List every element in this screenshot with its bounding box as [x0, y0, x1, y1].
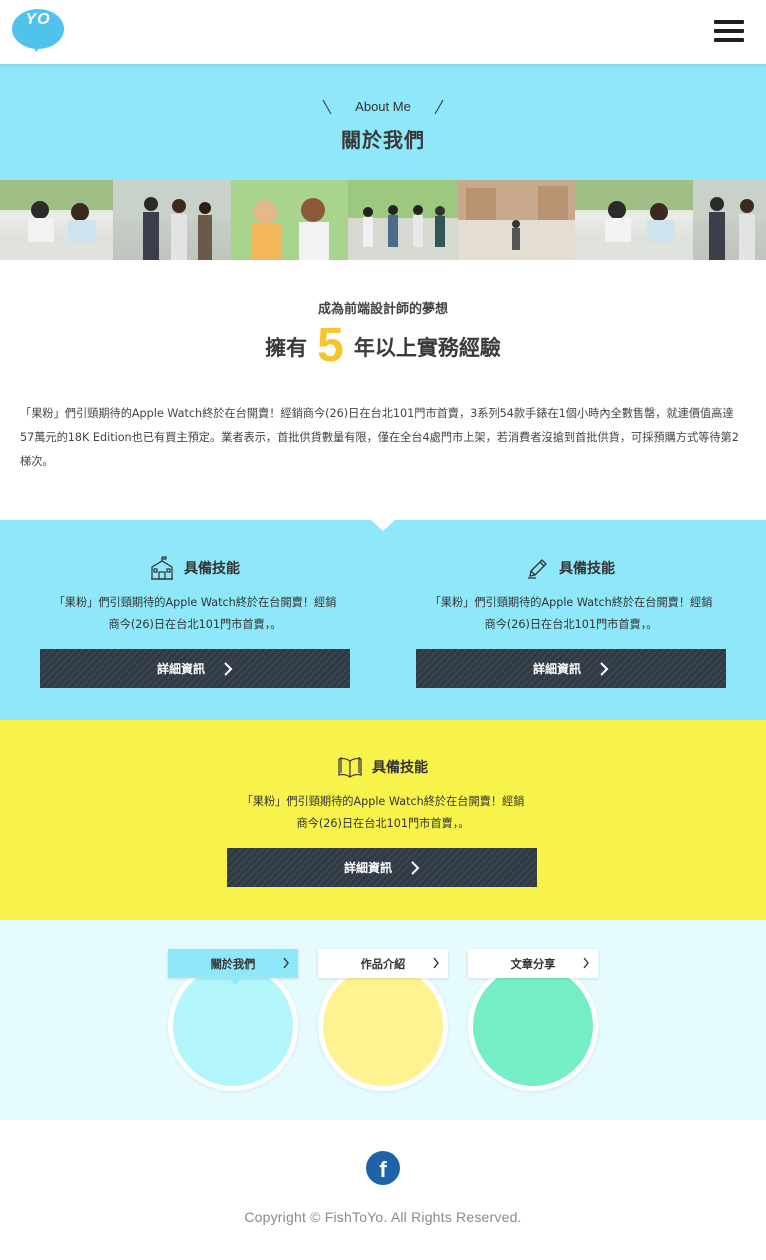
skill-card-3: 具備技能 「果粉」們引頸期待的Apple Watch終於在台開賣！經銷 商今(2…	[228, 753, 538, 835]
slash-decoration-icon	[435, 99, 444, 114]
school-building-icon	[151, 556, 173, 580]
copyright-text: Copyright © FishToYo. All Rights Reserve…	[244, 1209, 522, 1225]
skill-card-2: 具備技能 「果粉」們引頸期待的Apple Watch終於在台開賣！經銷 商今(2…	[416, 554, 726, 636]
nav-tab-about[interactable]: 關於我們	[168, 949, 298, 985]
detail-button-label: 詳細資訊	[156, 662, 205, 676]
circle-fill-works	[323, 966, 443, 1086]
site-footer: f Copyright © FishToYo. All Rights Reser…	[0, 1120, 766, 1260]
nav-tab-label: 關於我們	[210, 957, 256, 971]
skill-description: 「果粉」們引頸期待的Apple Watch終於在台開賣！經銷 商今(26)日在台…	[416, 592, 726, 636]
facebook-icon[interactable]: f	[366, 1151, 400, 1185]
skill-description-line: 商今(26)日在台北101門市首賣，。	[296, 817, 470, 830]
skill-title: 具備技能	[184, 561, 240, 577]
chevron-right-icon	[433, 957, 439, 969]
skill-title: 具備技能	[559, 561, 615, 577]
skill-description-line: 商今(26)日在台北101門市首賣，。	[108, 618, 282, 631]
detail-button-2[interactable]: 詳細資訊	[416, 649, 726, 688]
detail-button-label: 詳細資訊	[343, 861, 392, 875]
nav-cards-section: 關於我們 作品介紹 文章分享	[0, 920, 766, 1120]
skill-description: 「果粉」們引頸期待的Apple Watch終於在台開賣！經銷 商今(26)日在台…	[228, 791, 538, 835]
chevron-right-icon	[283, 957, 289, 969]
intro-kicker: 成為前端設計師的夢想	[317, 302, 448, 317]
photo-student-studying	[0, 180, 113, 260]
skill-card-1: 具備技能 「果粉」們引頸期待的Apple Watch終於在台開賣！經銷 商今(2…	[40, 554, 350, 636]
pencil-icon	[528, 559, 547, 579]
skill-description-line: 商今(26)日在台北101門市首賣，。	[484, 618, 658, 631]
photo-girls-outdoors	[231, 180, 348, 260]
photo-campus-group	[348, 180, 458, 260]
photo-students-walking	[113, 180, 231, 260]
chevron-right-icon	[583, 957, 589, 969]
skill-description-line: 「果粉」們引頸期待的Apple Watch終於在台開賣！經銷	[429, 596, 713, 609]
open-book-icon	[338, 757, 362, 778]
page-title: 關於我們	[341, 128, 425, 152]
nav-circle-articles[interactable]	[468, 961, 598, 1091]
logo-text: YO	[25, 11, 51, 28]
photo-strip	[0, 180, 766, 260]
intro-headline: 擁有 5 年以上實務經驗	[0, 318, 766, 373]
banner-subtitle-row: About Me	[0, 99, 766, 116]
photo-campus-walkway	[458, 180, 575, 260]
hamburger-menu-icon[interactable]	[714, 20, 746, 44]
photo-students-walking-repeat	[693, 180, 766, 260]
nav-circle-works[interactable]	[318, 961, 448, 1091]
skill-description-line: 「果粉」們引頸期待的Apple Watch終於在台開賣！經銷	[241, 795, 525, 808]
nav-tab-label: 文章分享	[510, 957, 556, 971]
years-number: 5	[317, 319, 344, 372]
site-header: YO	[0, 0, 766, 64]
chevron-right-icon	[411, 860, 420, 875]
intro-paragraph: 「果粉」們引頸期待的Apple Watch終於在台開賣！經銷商今(26)日在台北…	[20, 407, 739, 468]
section-notch	[371, 520, 395, 531]
page-banner: About Me 關於我們	[0, 64, 766, 180]
chevron-right-icon	[224, 661, 233, 676]
skill-description-line: 「果粉」們引頸期待的Apple Watch終於在台開賣！經銷	[53, 596, 337, 609]
circle-fill-articles	[473, 966, 593, 1086]
skill-title: 具備技能	[372, 760, 428, 776]
detail-button-1[interactable]: 詳細資訊	[40, 649, 350, 688]
chevron-right-icon	[600, 661, 609, 676]
banner-subtitle: About Me	[355, 99, 411, 114]
nav-tab-works[interactable]: 作品介紹	[318, 949, 448, 978]
detail-button-label: 詳細資訊	[532, 662, 581, 676]
tab-pointer	[229, 978, 241, 985]
nav-tab-label: 作品介紹	[360, 957, 406, 971]
skill-description: 「果粉」們引頸期待的Apple Watch終於在台開賣！經銷 商今(26)日在台…	[40, 592, 350, 636]
photo-student-studying-repeat	[575, 180, 693, 260]
nav-tab-articles[interactable]: 文章分享	[468, 949, 598, 978]
headline-prefix: 擁有	[265, 336, 308, 360]
headline-suffix: 年以上實務經驗	[353, 336, 501, 360]
detail-button-3[interactable]: 詳細資訊	[227, 848, 537, 887]
backslash-decoration-icon	[322, 99, 331, 114]
